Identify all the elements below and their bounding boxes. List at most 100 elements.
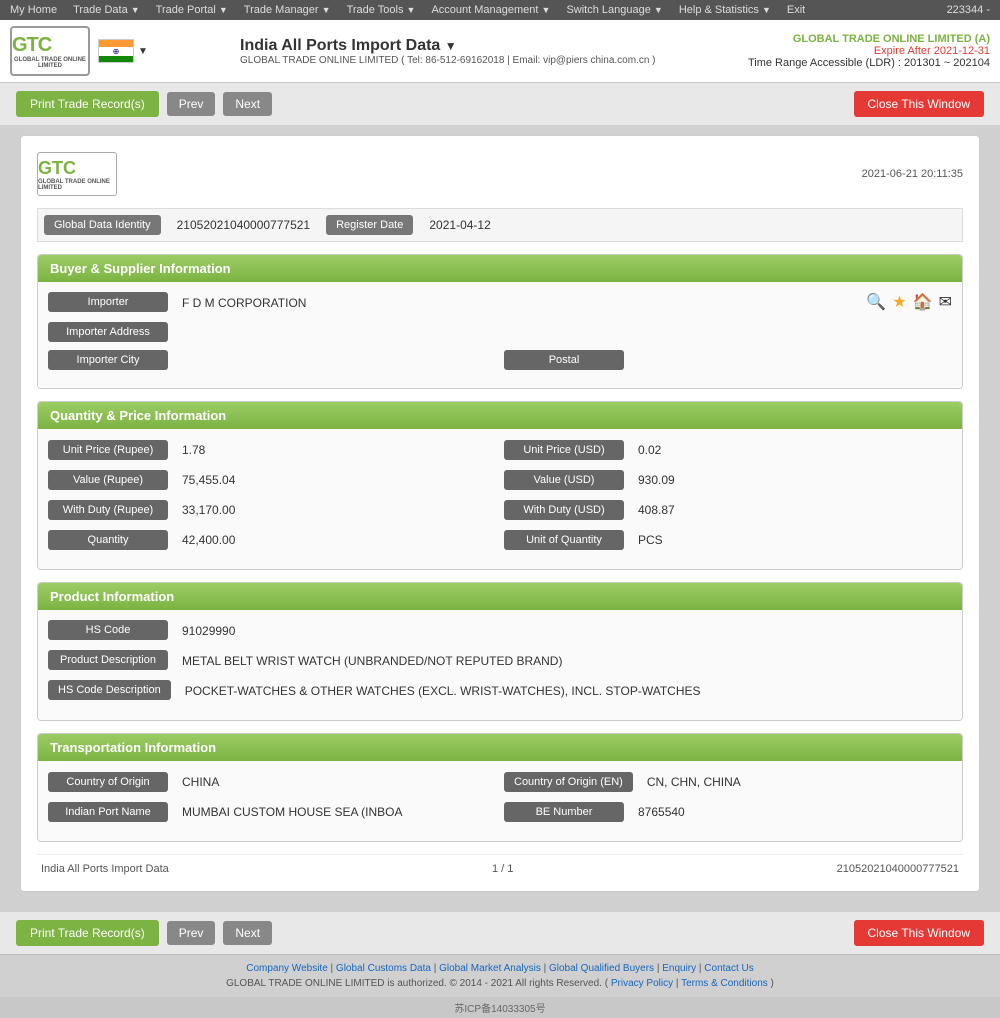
print-button-bottom[interactable]: Print Trade Record(s) [16,920,159,946]
value-rupee-half: Value (Rupee) 75,455.04 [48,469,496,491]
hs-code-value: 91029990 [176,620,952,642]
global-data-identity-label: Global Data Identity [44,215,161,235]
product-section: Product Information HS Code 91029990 Pro… [37,582,963,721]
terms-conditions-link[interactable]: Terms & Conditions [681,978,768,989]
buyer-supplier-section: Buyer & Supplier Information Importer F … [37,254,963,389]
country-of-origin-row: Country of Origin CHINA Country of Origi… [48,771,952,793]
identity-row: Global Data Identity 2105202104000077752… [37,208,963,242]
indian-port-value: MUMBAI CUSTOM HOUSE SEA (INBOA [176,801,496,823]
flag-dropdown[interactable]: ⊕ ▼ [98,39,148,63]
privacy-policy-link[interactable]: Privacy Policy [611,978,673,989]
buyer-supplier-body: Importer F D M CORPORATION 🔍 ★ 🏠 ✉ Impor… [38,282,962,388]
nav-trade-manager[interactable]: Trade Manager ▼ [244,4,331,16]
port-be-row: Indian Port Name MUMBAI CUSTOM HOUSE SEA… [48,801,952,823]
record-logo: GTC GLOBAL TRADE ONLINE LIMITED [37,152,117,196]
search-icon[interactable]: 🔍 [866,292,886,312]
print-button-top[interactable]: Print Trade Record(s) [16,91,159,117]
with-duty-rupee-half: With Duty (Rupee) 33,170.00 [48,499,496,521]
global-data-identity-value: 21052021040000777521 [169,218,318,232]
footer-link-customs[interactable]: Global Customs Data [336,963,431,974]
unit-of-quantity-half: Unit of Quantity PCS [504,529,952,551]
logo-area: GTC GLOBAL TRADE ONLINE LIMITED ⊕ ▼ [10,26,230,76]
country-origin-half: Country of Origin CHINA [48,771,496,793]
with-duty-usd-label: With Duty (USD) [504,500,624,520]
transportation-header: Transportation Information [38,734,962,761]
footer-link-company[interactable]: Company Website [246,963,328,974]
nav-switch-language[interactable]: Switch Language ▼ [566,4,662,16]
postal-value [632,356,952,364]
star-icon[interactable]: ★ [892,292,906,312]
importer-address-label: Importer Address [48,322,168,342]
next-button-top[interactable]: Next [223,92,272,116]
importer-city-half: Importer City [48,350,496,370]
country-origin-en-half: Country of Origin (EN) CN, CHN, CHINA [504,771,952,793]
close-button-top[interactable]: Close This Window [854,91,984,117]
logo-subtext: GLOBAL TRADE ONLINE LIMITED [12,57,88,69]
quantity-label: Quantity [48,530,168,550]
footer-link-enquiry[interactable]: Enquiry [662,963,696,974]
header-subtitle: GLOBAL TRADE ONLINE LIMITED ( Tel: 86-51… [240,55,748,66]
nav-my-home[interactable]: My Home [10,4,57,16]
country-origin-value: CHINA [176,771,496,793]
page-title: India All Ports Import Data ▼ [240,37,748,55]
close-button-bottom[interactable]: Close This Window [854,920,984,946]
prev-button-top[interactable]: Prev [167,92,216,116]
product-description-value: METAL BELT WRIST WATCH (UNBRANDED/NOT RE… [176,650,952,672]
with-duty-rupee-label: With Duty (Rupee) [48,500,168,520]
value-rupee-label: Value (Rupee) [48,470,168,490]
unit-price-usd-half: Unit Price (USD) 0.02 [504,439,952,461]
indian-port-half: Indian Port Name MUMBAI CUSTOM HOUSE SEA… [48,801,496,823]
unit-of-quantity-label: Unit of Quantity [504,530,624,550]
quantity-price-body: Unit Price (Rupee) 1.78 Unit Price (USD)… [38,429,962,569]
time-range: Time Range Accessible (LDR) : 201301 ~ 2… [748,57,990,69]
nav-trade-tools[interactable]: Trade Tools ▼ [347,4,416,16]
unit-price-rupee-half: Unit Price (Rupee) 1.78 [48,439,496,461]
email-icon[interactable]: ✉ [939,292,952,312]
transportation-body: Country of Origin CHINA Country of Origi… [38,761,962,841]
footer-link-contact[interactable]: Contact Us [704,963,753,974]
footer-link-buyers[interactable]: Global Qualified Buyers [549,963,654,974]
bottom-action-bar: Print Trade Record(s) Prev Next Close Th… [0,912,1000,954]
header-right: GLOBAL TRADE ONLINE LIMITED (A) Expire A… [748,33,990,69]
company-logo: GTC GLOBAL TRADE ONLINE LIMITED [10,26,90,76]
importer-value: F D M CORPORATION [176,292,858,314]
quantity-value: 42,400.00 [176,529,496,551]
unit-price-usd-value: 0.02 [632,439,952,461]
unit-price-rupee-label: Unit Price (Rupee) [48,440,168,460]
value-usd-value: 930.09 [632,469,952,491]
be-number-half: BE Number 8765540 [504,801,952,823]
nav-trade-portal[interactable]: Trade Portal ▼ [156,4,228,16]
next-button-bottom[interactable]: Next [223,921,272,945]
unit-price-usd-label: Unit Price (USD) [504,440,624,460]
flag-dropdown-arrow: ▼ [138,46,148,57]
nav-trade-data[interactable]: Trade Data ▼ [73,4,140,16]
icp-bar: 苏ICP备14033305号 [0,997,1000,1018]
footer-link-market[interactable]: Global Market Analysis [439,963,541,974]
title-dropdown-icon[interactable]: ▼ [445,39,457,53]
with-duty-usd-value: 408.87 [632,499,952,521]
hs-code-row: HS Code 91029990 [48,620,952,642]
record-card: GTC GLOBAL TRADE ONLINE LIMITED 2021-06-… [20,135,980,892]
expire-date: Expire After 2021-12-31 [748,45,990,57]
prev-button-bottom[interactable]: Prev [167,921,216,945]
nav-account-management[interactable]: Account Management ▼ [431,4,550,16]
hs-code-description-row: HS Code Description POCKET-WATCHES & OTH… [48,680,952,702]
logo-text: GTC [12,34,88,57]
nav-exit[interactable]: Exit [787,4,805,16]
record-logo-text: GTC [38,158,116,179]
top-navigation: My Home Trade Data ▼ Trade Portal ▼ Trad… [0,0,1000,20]
unit-price-row: Unit Price (Rupee) 1.78 Unit Price (USD)… [48,439,952,461]
footer-links: Company Website | Global Customs Data | … [16,963,984,974]
importer-label: Importer [48,292,168,312]
product-description-label: Product Description [48,650,168,670]
quantity-price-header: Quantity & Price Information [38,402,962,429]
value-rupee-value: 75,455.04 [176,469,496,491]
home-icon[interactable]: 🏠 [913,292,933,312]
register-date-label: Register Date [326,215,413,235]
unit-price-rupee-value: 1.78 [176,439,496,461]
indian-port-label: Indian Port Name [48,802,168,822]
with-duty-row: With Duty (Rupee) 33,170.00 With Duty (U… [48,499,952,521]
header-bar: GTC GLOBAL TRADE ONLINE LIMITED ⊕ ▼ Indi… [0,20,1000,83]
nav-help-statistics[interactable]: Help & Statistics ▼ [679,4,771,16]
importer-city-row: Importer City Postal [48,350,952,370]
